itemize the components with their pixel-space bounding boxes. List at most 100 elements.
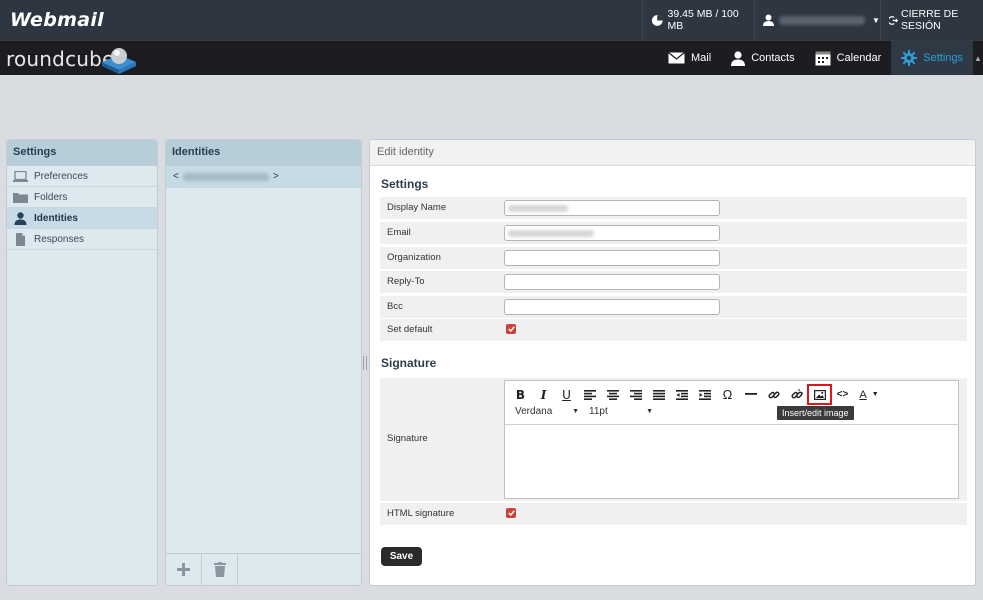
reply-to-label: Reply-To xyxy=(387,276,425,287)
identity-open-bracket: < xyxy=(173,171,179,182)
identity-redacted xyxy=(182,172,269,181)
pie-chart-icon xyxy=(651,14,663,26)
nav-more-arrow-icon[interactable]: ▲ xyxy=(973,41,983,75)
chevron-down-icon: ▼ xyxy=(646,408,653,415)
link-icon[interactable] xyxy=(762,385,785,404)
bcc-input[interactable] xyxy=(504,299,720,315)
nav-contacts[interactable]: Contacts xyxy=(721,41,804,75)
align-right-icon[interactable] xyxy=(624,385,647,404)
nav-contacts-label: Contacts xyxy=(751,52,795,64)
horizontal-line-icon[interactable] xyxy=(739,385,762,404)
email-label: Email xyxy=(387,227,411,238)
edit-identity-title: Edit identity xyxy=(370,140,975,166)
set-default-checkbox[interactable] xyxy=(506,324,516,334)
delete-identity-button[interactable] xyxy=(202,554,238,585)
identities-footer xyxy=(166,553,361,585)
settings-item-folders[interactable]: Folders xyxy=(7,187,157,208)
settings-section-title: Settings xyxy=(381,177,429,191)
identities-panel-title: Identities xyxy=(166,140,361,166)
settings-item-identities[interactable]: Identities xyxy=(7,208,157,229)
set-default-label: Set default xyxy=(387,324,433,335)
user-icon xyxy=(763,14,774,26)
align-justify-icon[interactable] xyxy=(647,385,670,404)
display-name-redacted xyxy=(508,205,568,212)
main-nav: Mail Contacts Calendar Settings ▲ xyxy=(658,41,983,75)
organization-label: Organization xyxy=(387,252,441,263)
unlink-icon[interactable] xyxy=(785,385,808,404)
text-color-icon[interactable]: A ▼ xyxy=(854,385,884,404)
nav-calendar-label: Calendar xyxy=(836,52,882,64)
email-row: Email xyxy=(380,222,967,244)
font-family-value: Verdana xyxy=(515,406,553,417)
settings-panel: Settings Preferences Folders Identities … xyxy=(6,139,158,586)
reply-to-input[interactable] xyxy=(504,274,720,290)
add-identity-button[interactable] xyxy=(166,554,202,585)
align-left-icon[interactable] xyxy=(578,385,601,404)
settings-item-label: Preferences xyxy=(34,170,88,182)
insert-image-tooltip: Insert/edit image xyxy=(777,406,854,420)
nav-settings[interactable]: Settings xyxy=(891,41,973,75)
align-center-icon[interactable] xyxy=(601,385,624,404)
bold-icon[interactable]: B xyxy=(509,385,532,404)
edit-identity-panel: Edit identity Settings Display Name Emai… xyxy=(369,139,976,586)
html-signature-row: HTML signature xyxy=(380,503,967,525)
plus-icon xyxy=(177,563,190,576)
nav-calendar[interactable]: Calendar xyxy=(805,41,892,75)
username-redacted xyxy=(779,15,865,25)
display-name-input[interactable] xyxy=(504,200,720,216)
html-signature-label: HTML signature xyxy=(387,508,455,519)
roundcube-logo-text: roundcube xyxy=(6,47,115,71)
calendar-icon xyxy=(815,51,831,65)
settings-item-label: Folders xyxy=(34,191,68,203)
indent-icon[interactable] xyxy=(693,385,716,404)
identity-close-bracket: > xyxy=(272,171,279,182)
special-character-icon[interactable]: Ω xyxy=(716,385,739,404)
quota-indicator: 39.45 MB / 100 MB xyxy=(642,0,754,40)
laptop-icon xyxy=(13,170,28,182)
insert-image-icon[interactable] xyxy=(807,384,832,405)
document-icon xyxy=(16,232,25,246)
html-signature-checkbox[interactable] xyxy=(506,508,516,518)
panel-splitter[interactable] xyxy=(363,356,367,370)
organization-input[interactable] xyxy=(504,250,720,266)
roundcube-logo-icon xyxy=(102,48,136,74)
settings-panel-title: Settings xyxy=(7,140,157,166)
display-name-label: Display Name xyxy=(387,202,447,213)
checkmark-icon xyxy=(507,510,515,516)
envelope-icon xyxy=(668,52,685,64)
quota-text: 39.45 MB / 100 MB xyxy=(667,8,739,32)
font-size-value: 11pt xyxy=(589,406,608,417)
logout-button[interactable]: CIERRE DE SESIÓN xyxy=(880,0,983,40)
underline-icon[interactable]: U xyxy=(555,385,578,404)
email-input[interactable] xyxy=(504,225,720,241)
font-size-select[interactable]: 11pt ▼ xyxy=(589,406,653,417)
identity-list-item[interactable]: < > xyxy=(166,166,361,188)
font-family-select[interactable]: Verdana ▼ xyxy=(515,406,579,417)
bcc-row: Bcc xyxy=(380,296,967,318)
webmail-brand: Webmail xyxy=(10,9,104,31)
save-button[interactable]: Save xyxy=(381,547,422,566)
display-name-row: Display Name xyxy=(380,197,967,219)
signature-editor: B I U Ω <> A ▼ Verdana ▼ 11pt ▼ xyxy=(504,380,959,499)
organization-row: Organization xyxy=(380,247,967,269)
trash-icon xyxy=(213,562,226,577)
app-header: roundcube Mail Contacts Calendar Setting… xyxy=(0,40,983,75)
user-menu[interactable]: ▼ xyxy=(754,0,880,40)
settings-item-responses[interactable]: Responses xyxy=(7,229,157,250)
signature-section-title: Signature xyxy=(381,356,437,370)
italic-icon[interactable]: I xyxy=(532,385,555,404)
logout-label: CIERRE DE SESIÓN xyxy=(901,8,959,32)
chevron-down-icon: ▼ xyxy=(872,15,880,25)
nav-mail[interactable]: Mail xyxy=(658,41,721,75)
signature-text-area[interactable] xyxy=(505,425,958,499)
nav-mail-label: Mail xyxy=(691,52,712,64)
settings-item-preferences[interactable]: Preferences xyxy=(7,166,157,187)
source-code-icon[interactable]: <> xyxy=(831,385,854,404)
settings-item-label: Responses xyxy=(34,233,85,245)
person-icon xyxy=(731,50,746,66)
top-bar: Webmail 39.45 MB / 100 MB ▼ CIERRE DE SE… xyxy=(0,0,983,40)
signature-label: Signature xyxy=(387,433,428,444)
bcc-label: Bcc xyxy=(387,301,403,312)
editor-toolbar: B I U Ω <> A ▼ Verdana ▼ 11pt ▼ xyxy=(505,381,958,425)
outdent-icon[interactable] xyxy=(670,385,693,404)
